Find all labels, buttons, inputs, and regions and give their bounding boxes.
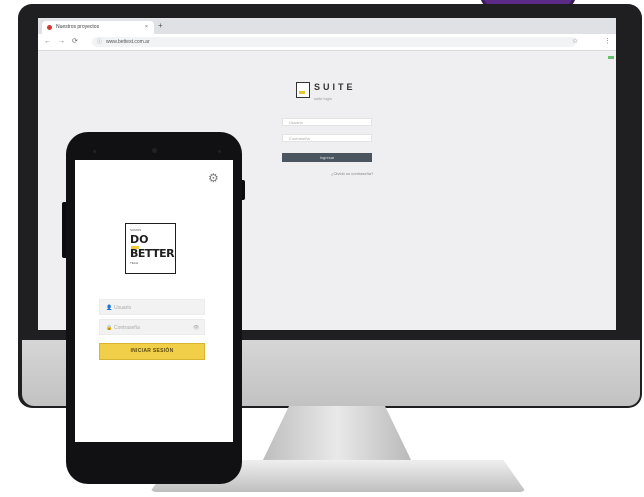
do-better-logo: SOMOS DO BETTER TECH xyxy=(125,223,176,274)
close-icon[interactable]: × xyxy=(145,21,148,34)
status-indicator xyxy=(608,56,614,59)
suite-brand: SUITE xyxy=(314,82,356,92)
browser-tab[interactable]: Nuestros proyectos × xyxy=(42,21,154,34)
browser-tab-bar: Nuestros proyectos × + xyxy=(38,18,616,34)
logo-line-1: DO xyxy=(130,233,149,246)
back-icon[interactable]: ← xyxy=(44,36,51,48)
eye-icon[interactable]: 👁 xyxy=(193,320,199,336)
username-placeholder: Usuario xyxy=(114,305,132,311)
user-icon: 👤 xyxy=(106,305,113,311)
suite-logo-icon xyxy=(296,82,310,98)
bookmark-star-icon[interactable]: ☆ xyxy=(572,36,578,48)
logo-tagline-top: SOMOS xyxy=(130,228,142,232)
address-bar[interactable]: ⓘ www.bettest.com.ar xyxy=(92,37,576,47)
web-username-input[interactable]: Usuario xyxy=(282,118,372,126)
monitor-stand xyxy=(262,406,412,462)
logo-tagline-bottom: TECH xyxy=(130,261,139,265)
phone-camera xyxy=(152,148,157,153)
suite-subtitle: suite login xyxy=(314,96,333,101)
login-button[interactable]: INICIAR SESIÓN xyxy=(99,343,205,360)
info-icon: ⓘ xyxy=(97,39,103,45)
web-login-button[interactable]: Ingresar xyxy=(282,153,372,162)
favicon-icon xyxy=(47,25,52,30)
password-placeholder: Contraseña xyxy=(114,325,140,331)
logo-line-2: BETTER xyxy=(130,247,175,260)
new-tab-button[interactable]: + xyxy=(158,20,163,32)
forgot-password-link[interactable]: ¿Olvidó su contraseña? xyxy=(331,171,373,176)
browser-menu-icon[interactable]: ⋮ xyxy=(604,36,611,48)
lock-icon: 🔒 xyxy=(106,325,113,331)
reload-icon[interactable]: ⟳ xyxy=(72,36,78,48)
username-input[interactable]: 👤 Usuario xyxy=(99,299,205,315)
phone-sensor xyxy=(93,150,96,153)
browser-toolbar: ← → ⟳ ⓘ www.bettest.com.ar ☆ ⋮ xyxy=(38,34,616,51)
forward-icon[interactable]: → xyxy=(58,36,65,48)
phone-screen: ⚙ SOMOS DO BETTER TECH 👤 Usuario 🔒 Contr… xyxy=(75,160,233,442)
tab-title: Nuestros proyectos xyxy=(56,24,100,30)
suite-logo-accent xyxy=(299,91,305,94)
gear-icon[interactable]: ⚙ xyxy=(208,172,219,184)
url-text: www.bettest.com.ar xyxy=(106,39,150,45)
password-input[interactable]: 🔒 Contraseña 👁 xyxy=(99,319,205,335)
phone-sensor xyxy=(218,150,221,153)
web-password-input[interactable]: Contraseña xyxy=(282,134,372,142)
